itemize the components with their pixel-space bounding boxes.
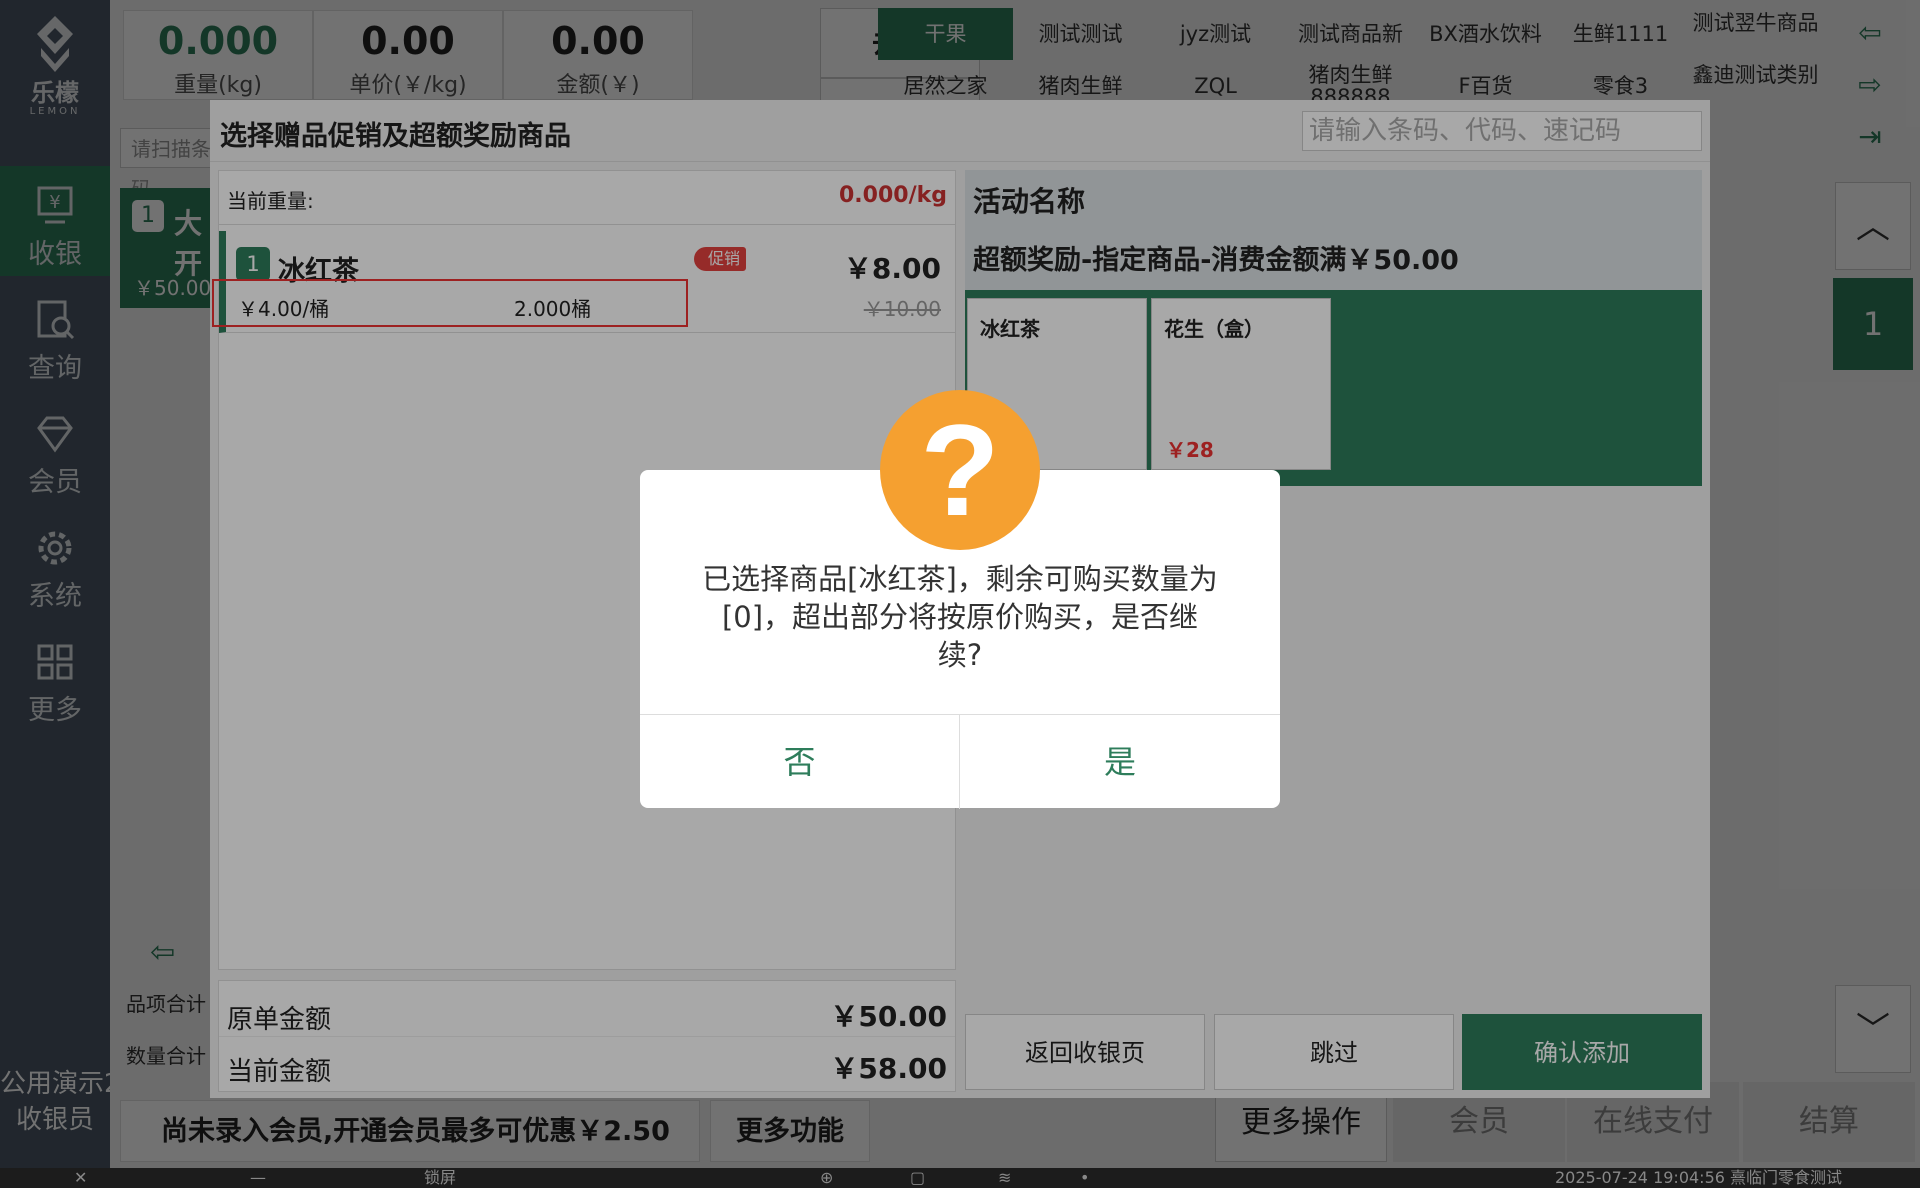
minimize-icon[interactable]: — [250,1168,266,1188]
wifi-icon: ≋ [998,1168,1012,1187]
lock-screen-label[interactable]: 锁屏 [424,1168,456,1188]
close-icon[interactable]: ✕ [74,1168,87,1188]
window-icon: ▢ [910,1168,926,1187]
taskbar: ✕ — 锁屏 ⊕ ▢ ≋ • 2025-07-24 19:04:56 熹临门零食… [0,1168,1920,1188]
datetime-store: 2025-07-24 19:04:56 熹临门零食测试 [1555,1168,1843,1187]
globe-icon: ⊕ [820,1168,834,1187]
dialog-message: 已选择商品[冰红茶]，剩余可购买数量为[0]，超出部分将按原价购买，是否继续? [702,562,1218,672]
dialog-buttons: 否 是 [640,714,1280,809]
question-icon: ? [880,390,1040,550]
dialog-yes-button[interactable]: 是 [960,715,1280,809]
dialog-no-button[interactable]: 否 [640,715,960,809]
dot-icon: • [1080,1168,1090,1187]
